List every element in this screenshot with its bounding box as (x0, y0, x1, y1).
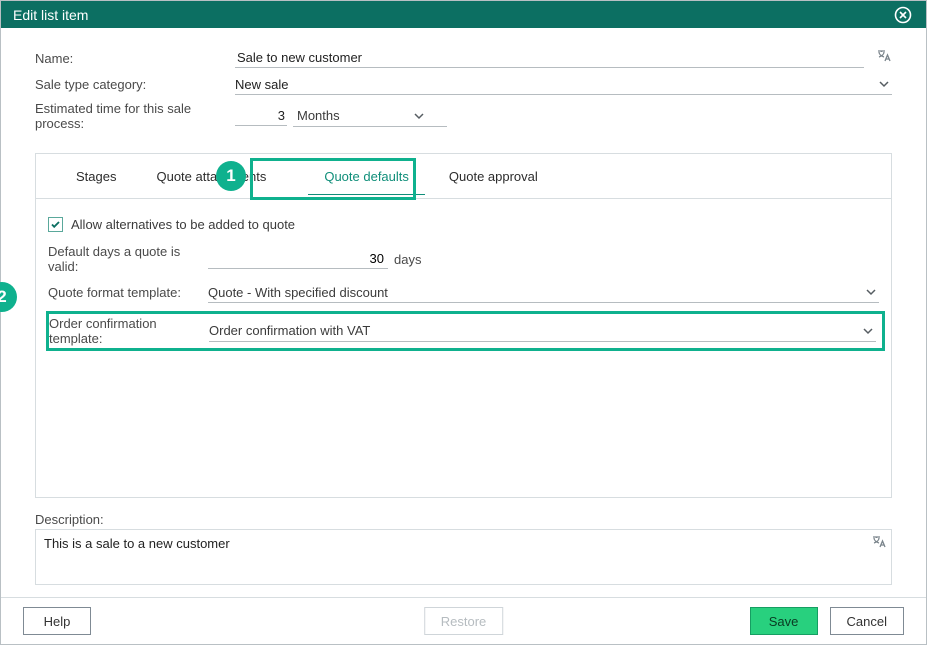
tab-quote-approval[interactable]: Quote approval (433, 159, 554, 194)
callout-2: 2 (0, 282, 17, 312)
description-block: Description: (35, 512, 892, 585)
footer-center: Restore (424, 607, 504, 635)
default-days-suffix: days (394, 252, 421, 267)
help-button[interactable]: Help (23, 607, 91, 635)
quote-format-value: Quote - With specified discount (208, 285, 388, 300)
translate-icon[interactable] (871, 534, 887, 553)
close-icon (894, 6, 912, 24)
name-input[interactable] (235, 48, 864, 68)
quote-format-label: Quote format template: (48, 285, 208, 300)
chevron-down-icon (876, 76, 892, 92)
dialog-window: Edit list item Name: Sale type c (0, 0, 927, 645)
default-days-input[interactable] (208, 249, 388, 269)
row-quote-format-template: Quote format template: Quote - With spec… (48, 282, 879, 303)
estimated-label: Estimated time for this sale process: (35, 101, 235, 131)
default-days-label: Default days a quote is valid: (48, 244, 208, 274)
tab-strip: Stages Quote attachments Quote defaults … (36, 154, 891, 199)
estimated-value-input[interactable] (235, 106, 287, 126)
tab-content-quote-defaults: Allow alternatives to be added to quote … (36, 199, 891, 497)
titlebar: Edit list item (1, 1, 926, 28)
order-conf-label: Order confirmation template: (49, 316, 209, 346)
close-button[interactable] (892, 4, 914, 26)
row-category: Sale type category: New sale (35, 74, 892, 95)
description-textarea[interactable] (42, 534, 867, 584)
order-conf-value: Order confirmation with VAT (209, 323, 370, 338)
tab-card: 1 Stages Quote attachments Quote default… (35, 153, 892, 498)
estimated-unit-value: Months (297, 108, 340, 123)
quote-format-select[interactable]: Quote - With specified discount (208, 282, 879, 303)
dialog-body: Name: Sale type category: New sale (1, 28, 926, 585)
row-name: Name: (35, 48, 892, 68)
chevron-down-icon (411, 108, 427, 124)
dialog-footer: Help Restore Save Cancel (1, 597, 926, 644)
translate-icon[interactable] (876, 48, 892, 67)
allow-alternatives-checkbox[interactable] (48, 217, 63, 232)
row-default-days: Default days a quote is valid: days (48, 244, 879, 274)
row-allow-alternatives: Allow alternatives to be added to quote (48, 217, 879, 232)
estimated-unit-select[interactable]: Months (293, 106, 447, 127)
description-box (35, 529, 892, 585)
category-label: Sale type category: (35, 77, 235, 92)
category-value: New sale (235, 77, 288, 92)
chevron-down-icon (863, 284, 879, 300)
category-select[interactable]: New sale (235, 74, 892, 95)
order-conf-select[interactable]: Order confirmation with VAT (209, 321, 876, 342)
description-label: Description: (35, 512, 892, 527)
tab-stages[interactable]: Stages (60, 159, 132, 194)
allow-alternatives-label: Allow alternatives to be added to quote (71, 217, 295, 232)
chevron-down-icon (860, 323, 876, 339)
row-estimated: Estimated time for this sale process: Mo… (35, 101, 892, 131)
restore-button: Restore (424, 607, 504, 635)
tab-quote-defaults[interactable]: Quote defaults (308, 159, 425, 195)
form-top: Name: Sale type category: New sale (35, 48, 892, 137)
cancel-button[interactable]: Cancel (830, 607, 904, 635)
dialog-title: Edit list item (13, 7, 88, 23)
footer-right: Save Cancel (750, 607, 904, 635)
name-label: Name: (35, 51, 235, 66)
check-icon (50, 219, 61, 230)
tab-quote-attachments[interactable]: Quote attachments (140, 159, 300, 194)
row-order-confirmation-template: Order confirmation template: Order confi… (46, 311, 885, 351)
save-button[interactable]: Save (750, 607, 818, 635)
